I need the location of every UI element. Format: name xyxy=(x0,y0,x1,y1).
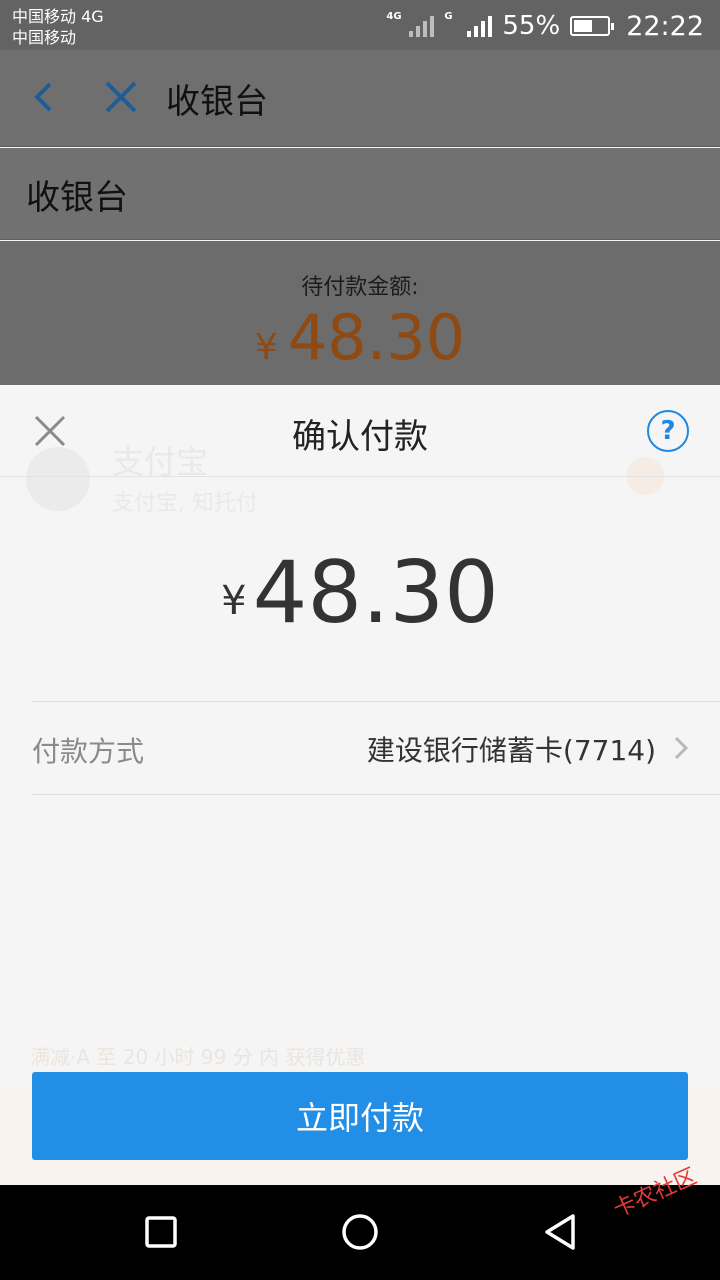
pay-now-button[interactable]: 立即付款 xyxy=(32,1072,688,1160)
pending-amount-value: 48.30 xyxy=(287,301,466,374)
carrier-line-2: 中国移动 xyxy=(12,28,77,47)
sheet-header: 确认付款 ? xyxy=(0,385,720,477)
payment-amount: ¥48.30 xyxy=(0,543,720,651)
network-type-2: G xyxy=(444,11,453,22)
battery-percent: 55% xyxy=(502,11,561,41)
chevron-left-icon[interactable] xyxy=(20,72,70,122)
square-icon[interactable] xyxy=(136,1207,186,1257)
payment-method-row[interactable]: 付款方式 建设银行储蓄卡(7714) xyxy=(32,701,720,795)
clock: 22:22 xyxy=(626,10,704,42)
background-method-subtitle: 支付宝, 知托付 xyxy=(112,491,258,516)
app-bar: 收银台 xyxy=(0,50,720,147)
confirm-payment-sheet: 支付宝 支付宝, 知托付 满减·A 至 20 小时 99 分 内 获得优惠 确认… xyxy=(0,385,720,1185)
carrier-info: 中国移动 4G 中国移动 xyxy=(12,6,104,48)
pending-amount-currency: ¥ xyxy=(254,327,278,368)
page-heading-bar: 收银台 xyxy=(0,148,720,240)
signal-4g-icon: 4G xyxy=(386,11,435,41)
sheet-title: 确认付款 xyxy=(292,417,428,457)
system-nav-bar: 卡农社区 xyxy=(0,1164,720,1280)
status-bar: 中国移动 4G 中国移动 4G G 55% 22:22 xyxy=(0,0,720,50)
status-indicators: 4G G 55% 22:22 xyxy=(386,8,704,44)
background-promo-text: 满减·A 至 20 小时 99 分 内 获得优惠 xyxy=(30,1045,366,1069)
battery-icon xyxy=(570,16,615,36)
help-icon[interactable]: ? xyxy=(647,410,689,452)
page-heading: 收银台 xyxy=(26,178,128,218)
payment-method-label: 付款方式 xyxy=(32,735,145,768)
network-type-1: 4G xyxy=(386,11,402,22)
pending-amount: ¥48.30 xyxy=(0,301,720,374)
signal-g-icon: G xyxy=(444,11,493,41)
payment-amount-value: 48.30 xyxy=(252,543,499,643)
carrier-line-1: 中国移动 4G xyxy=(12,7,104,26)
payment-amount-currency: ¥ xyxy=(221,578,247,624)
app-bar-title: 收银台 xyxy=(166,82,268,122)
pending-amount-label: 待付款金额: xyxy=(301,275,419,300)
payment-method-value: 建设银行储蓄卡(7714) xyxy=(366,734,656,767)
chevron-right-icon xyxy=(670,732,692,764)
triangle-back-icon[interactable] xyxy=(535,1207,585,1257)
circle-icon[interactable] xyxy=(335,1207,385,1257)
pending-amount-panel: 待付款金额: ¥48.30 xyxy=(0,241,720,386)
close-icon[interactable] xyxy=(96,72,146,122)
